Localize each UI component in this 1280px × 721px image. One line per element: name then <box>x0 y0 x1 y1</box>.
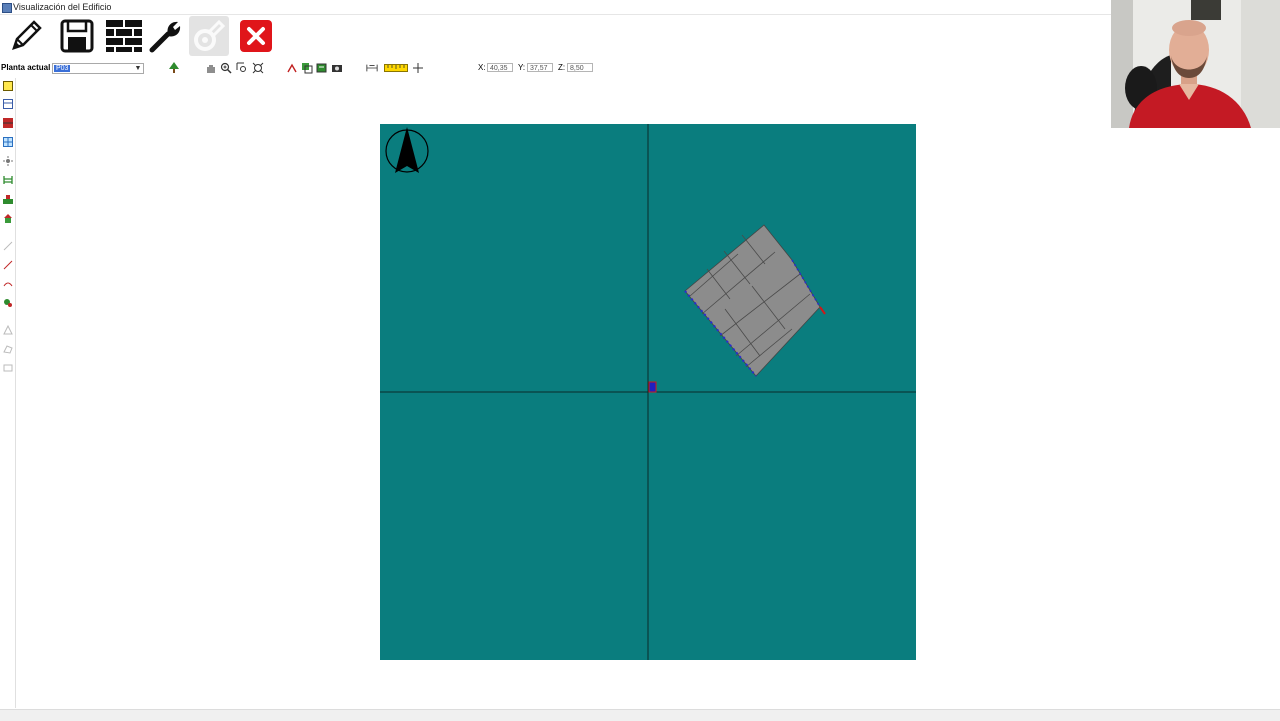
rectangle-icon <box>3 364 12 371</box>
save-icon <box>60 19 94 53</box>
gear-disabled-icon <box>194 19 226 51</box>
pan-button[interactable] <box>205 62 217 74</box>
layers-icon <box>302 63 313 74</box>
floor-select[interactable]: P03 ▼ <box>52 63 144 74</box>
building-footprint[interactable] <box>684 224 826 377</box>
origin-marker[interactable] <box>648 381 657 393</box>
zoom-window-icon <box>236 62 246 72</box>
shape-button[interactable] <box>2 343 13 354</box>
floor-plan-button[interactable] <box>2 80 13 91</box>
tools-button[interactable] <box>146 16 186 56</box>
tree-small-icon <box>3 298 12 307</box>
building-canvas[interactable] <box>380 124 916 660</box>
red-line-button[interactable] <box>2 259 13 270</box>
camera-icon <box>332 65 342 72</box>
north-arrow-icon <box>385 127 429 173</box>
main-toolbar <box>4 16 304 58</box>
brick-wall-icon <box>106 20 142 52</box>
roof-icon <box>2 117 13 128</box>
window-title: Visualización del Edificio <box>13 2 112 12</box>
bridge-button[interactable] <box>2 174 13 185</box>
line-icon <box>3 241 12 250</box>
zoom-in-button[interactable] <box>220 62 232 74</box>
polygon-icon <box>2 324 13 334</box>
layout-button[interactable] <box>2 98 13 109</box>
window-titlebar: Visualización del Edificio <box>0 0 1280 15</box>
red-line-icon <box>3 260 12 269</box>
z-coord-label: Z: <box>558 63 566 72</box>
pencil-icon <box>12 20 42 50</box>
ruler-icon <box>384 64 408 72</box>
floor-select-value: P03 <box>54 65 71 72</box>
wrench-icon <box>149 21 181 53</box>
zoom-extents-icon <box>252 62 264 74</box>
camera-button[interactable] <box>331 62 343 74</box>
secondary-toolbar: Planta actual P03 ▼ X: 40,35 Y: 37,57 Z:… <box>0 60 1110 76</box>
crosshair-button[interactable] <box>412 62 424 74</box>
grid-button[interactable] <box>2 136 13 147</box>
polygon-button[interactable] <box>2 324 13 335</box>
roof-button[interactable] <box>2 117 13 128</box>
red-arrows-icon <box>287 63 297 73</box>
house-icon <box>3 213 12 223</box>
shape-icon <box>2 344 13 354</box>
layers-button[interactable] <box>301 62 313 74</box>
status-bar <box>0 709 1280 721</box>
bridge-icon <box>2 175 13 184</box>
walls-button[interactable] <box>104 16 144 56</box>
sun-icon <box>2 155 13 166</box>
view-3d-button[interactable] <box>286 62 298 74</box>
chevron-down-icon[interactable]: ▼ <box>133 64 143 73</box>
x-coord-label: X: <box>478 63 486 72</box>
render-button[interactable] <box>316 62 328 74</box>
measure-button[interactable] <box>384 62 408 74</box>
zoom-in-icon <box>220 62 232 74</box>
tree-icon <box>169 62 179 73</box>
close-button[interactable] <box>236 16 276 56</box>
tree-view-button[interactable] <box>168 62 180 74</box>
close-icon <box>240 20 272 52</box>
hand-icon <box>207 65 215 73</box>
sun-button[interactable] <box>2 155 13 166</box>
floor-plan-icon <box>2 80 13 91</box>
settings-button[interactable] <box>189 16 229 56</box>
terrain-button[interactable] <box>2 193 13 204</box>
dimensions-button[interactable] <box>366 62 378 74</box>
house-button[interactable] <box>2 212 13 223</box>
terrain-icon <box>2 194 13 204</box>
webcam-overlay <box>1111 0 1280 128</box>
line-button[interactable] <box>2 240 13 251</box>
y-coord-field[interactable]: 37,57 <box>527 63 553 72</box>
x-coord-field[interactable]: 40,35 <box>487 63 513 72</box>
left-toolbar <box>0 78 16 708</box>
save-button[interactable] <box>57 16 97 56</box>
zoom-window-button[interactable] <box>236 62 248 74</box>
render-icon <box>316 63 327 73</box>
app-icon <box>2 3 12 13</box>
zoom-extents-button[interactable] <box>252 62 264 74</box>
grid-icon <box>2 136 13 147</box>
presenter-video-icon <box>1111 0 1280 128</box>
rectangle-button[interactable] <box>2 362 13 373</box>
edit-button[interactable] <box>6 16 46 56</box>
layout-icon <box>2 98 13 109</box>
y-coord-label: Y: <box>518 63 526 72</box>
curve-icon <box>3 282 12 286</box>
curve-button[interactable] <box>2 278 13 289</box>
tree-button[interactable] <box>2 297 13 308</box>
floor-label: Planta actual <box>1 63 51 72</box>
crosshair-icon <box>413 63 423 73</box>
dimensions-icon <box>366 64 378 72</box>
z-coord-field[interactable]: 8,50 <box>567 63 593 72</box>
canvas-drawing <box>380 124 916 660</box>
